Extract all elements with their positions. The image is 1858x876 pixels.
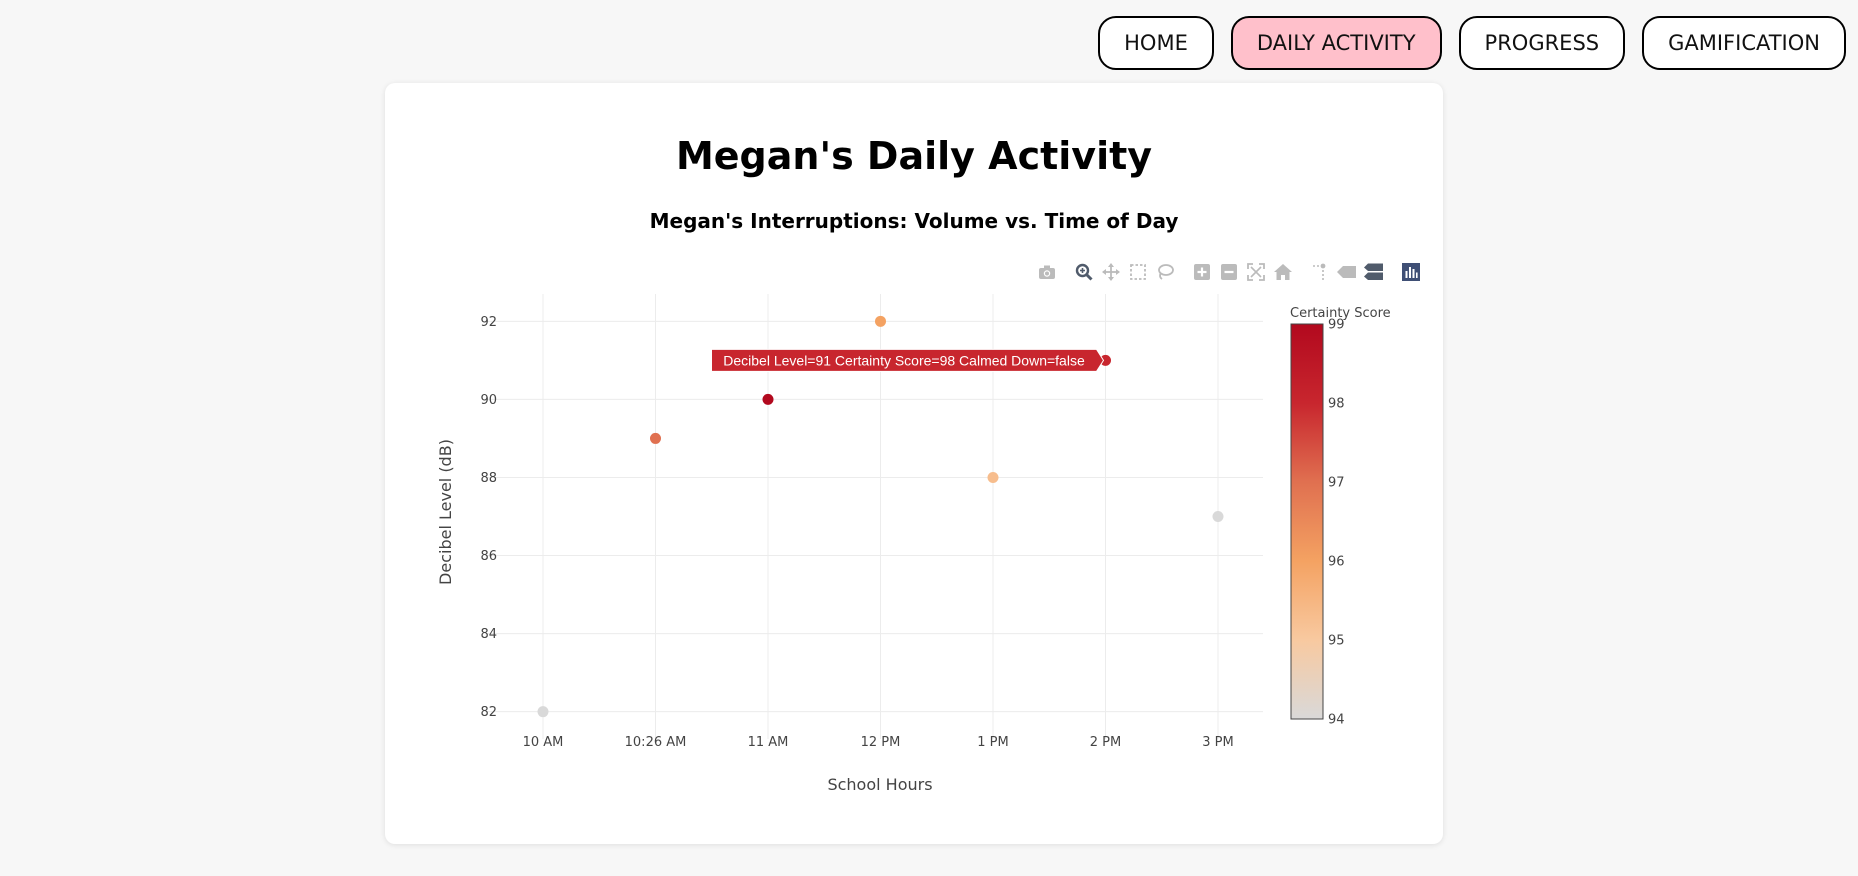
data-point[interactable]	[987, 471, 999, 483]
y-tick-label: 92	[480, 315, 497, 330]
y-tick-label: 86	[480, 549, 497, 564]
nav-gamification-button[interactable]: GAMIFICATION	[1642, 16, 1846, 70]
y-tick-label: 82	[480, 705, 497, 720]
data-point[interactable]	[762, 393, 774, 405]
x-tick-label: 10:26 AM	[625, 735, 687, 750]
x-tick-label: 12 PM	[861, 735, 901, 750]
hover-tooltip-layer: Decibel Level=91 Certainty Score=98 Calm…	[711, 348, 1105, 372]
scatter-chart: 10 AM 10:26 AM 11 AM 12 PM 1 PM 2 PM 3 PM 82 84…	[436, 294, 1391, 794]
y-tick-label: 88	[480, 471, 497, 486]
x-tick-label: 2 PM	[1090, 735, 1121, 750]
activity-card: Megan's Daily Activity Megan's Interrupt…	[385, 83, 1443, 844]
tooltip-text: Decibel Level=91 Certainty Score=98 Calm…	[723, 352, 1085, 368]
x-tick-label: 3 PM	[1202, 735, 1233, 750]
nav-progress-button[interactable]: PROGRESS	[1458, 16, 1626, 70]
y-axis-ticks: 82 84 86 88 90 92	[480, 315, 497, 720]
nav-daily-activity-button[interactable]: DAILY ACTIVITY	[1230, 16, 1442, 70]
top-nav: HOME DAILY ACTIVITY PROGRESS GAMIFICATIO…	[1098, 16, 1846, 70]
colorbar-gradient	[1290, 323, 1324, 720]
y-tick-label: 90	[480, 393, 497, 408]
x-axis-ticks: 10 AM 10:26 AM 11 AM 12 PM 1 PM 2 PM 3 PM	[523, 735, 1234, 750]
data-point[interactable]	[537, 706, 549, 718]
x-tick-label: 1 PM	[977, 735, 1008, 750]
data-point[interactable]	[875, 315, 886, 327]
colorbar-tick-label: 94	[1328, 713, 1345, 728]
y-axis-title: Decibel Level (dB)	[436, 439, 455, 585]
colorbar-tick-label: 97	[1328, 476, 1345, 491]
x-tick-label: 11 AM	[748, 735, 789, 750]
colorbar-tick-label: 99	[1328, 318, 1345, 333]
colorbar: Certainty Score949596979899	[1290, 306, 1391, 728]
nav-home-button[interactable]: HOME	[1098, 16, 1214, 70]
y-tick-label: 84	[480, 627, 497, 642]
data-point[interactable]	[1212, 511, 1224, 522]
colorbar-tick-label: 95	[1328, 634, 1345, 649]
data-point[interactable]	[650, 432, 661, 444]
colorbar-tick-label: 96	[1328, 555, 1345, 570]
colorbar-tick-label: 98	[1328, 397, 1345, 412]
x-axis-title: School Hours	[827, 775, 932, 794]
x-tick-label: 10 AM	[523, 735, 564, 750]
